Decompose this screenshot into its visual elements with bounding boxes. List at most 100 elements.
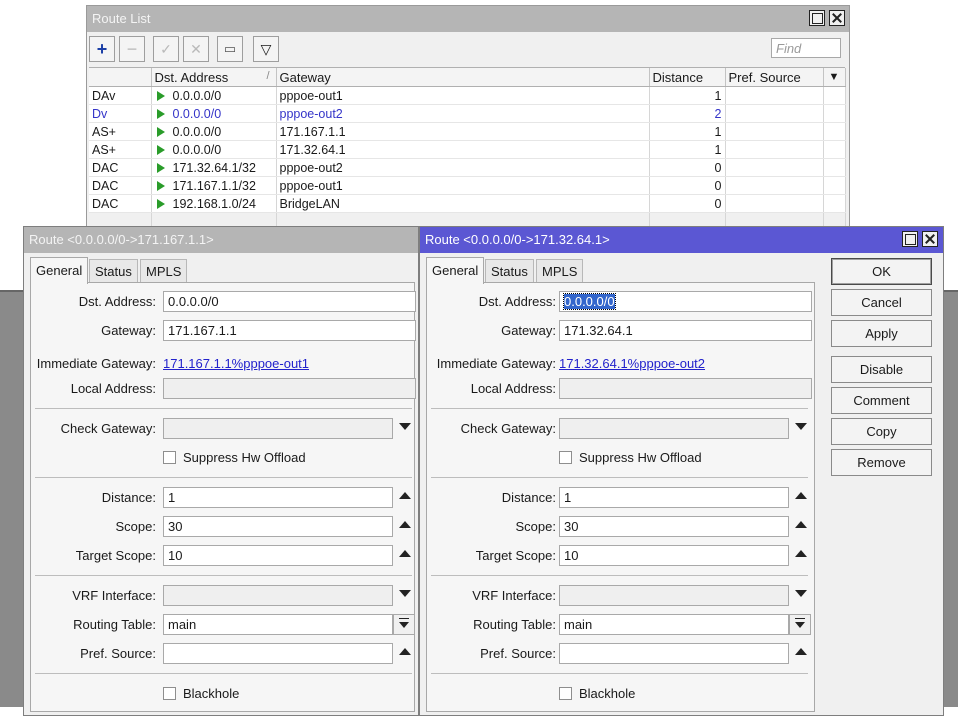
pref-source-field[interactable] [163,643,393,664]
disable-button[interactable]: Disable [831,356,932,383]
sort-indicator-icon: / [266,70,270,82]
close-icon[interactable] [922,231,938,247]
distance-field[interactable]: 1 [163,487,393,508]
dst-address-cell: 0.0.0.0/0 [151,140,277,159]
tab-mpls[interactable]: MPLS [536,259,584,283]
close-icon[interactable] [829,10,845,26]
tab-mpls[interactable]: MPLS [140,259,188,283]
divider [431,408,808,409]
pref-source-label: Pref. Source: [80,646,156,661]
table-row[interactable]: DAC 171.167.1.1/32 pppoe-out1 0 [89,176,846,195]
divider [431,575,808,576]
divider [431,673,808,674]
find-input[interactable]: Find [771,38,841,58]
dst-address-cell-text: 0.0.0.0/0 [172,106,222,121]
filter-icon[interactable]: ▽ [253,36,279,62]
collapse-arrow-icon[interactable] [795,550,807,557]
route-dialog-right-titlebar[interactable]: Route <0.0.0.0/0->171.32.64.1> [420,227,943,253]
routing-table-field[interactable]: main [559,614,789,635]
column-header-gateway[interactable]: Gateway [276,68,650,87]
tab-general[interactable]: General [426,257,485,284]
vrf-interface-field[interactable] [163,585,393,606]
vrf-interface-label: VRF Interface: [72,588,156,603]
collapse-arrow-icon[interactable] [399,492,411,499]
dropdown-button-icon[interactable] [789,614,811,635]
column-header-flags[interactable] [89,68,152,87]
flags-cell-text: DAC [92,178,119,193]
routing-table-field[interactable]: main [163,614,393,635]
add-icon[interactable]: + [89,36,115,62]
table-row[interactable]: DAC 192.168.1.0/24 BridgeLAN 0 [89,194,846,213]
check-gateway-field[interactable] [559,418,789,439]
collapse-arrow-icon[interactable] [399,648,411,655]
route-dialog-left-titlebar[interactable]: Route <0.0.0.0/0->171.167.1.1> [24,227,418,253]
comment-icon[interactable]: ▭ [217,36,243,62]
apply-button[interactable]: Apply [831,320,932,347]
check-gateway-label: Check Gateway: [460,421,556,436]
target-scope-field[interactable]: 10 [163,545,393,566]
table-row[interactable]: AS+ 0.0.0.0/0 171.32.64.1 1 [89,140,846,159]
maximize-icon[interactable] [902,231,918,247]
comment-button[interactable]: Comment [831,387,932,414]
collapse-arrow-icon[interactable] [795,492,807,499]
table-row[interactable]: AS+ 0.0.0.0/0 171.167.1.1 1 [89,122,846,141]
column-header-dst-address[interactable]: Dst. Address / [151,68,277,87]
immediate-gateway-link[interactable]: 171.32.64.1%pppoe-out2 [559,356,705,371]
ok-button[interactable]: OK [831,258,932,285]
pref-source-field[interactable] [559,643,789,664]
local-address-field [163,378,416,399]
enable-icon[interactable]: ✓ [153,36,179,62]
routing-table-label: Routing Table: [473,617,556,632]
collapse-arrow-icon[interactable] [795,521,807,528]
remove-button[interactable]: Remove [831,449,932,476]
cancel-button[interactable]: Cancel [831,289,932,316]
dst-address-cell: 0.0.0.0/0 [151,104,277,123]
tab-status[interactable]: Status [485,259,534,283]
immediate-gateway-link[interactable]: 171.167.1.1%pppoe-out1 [163,356,309,371]
gateway-cell: pppoe-out1 [276,176,650,195]
scope-field[interactable]: 30 [559,516,789,537]
tab-status[interactable]: Status [89,259,138,283]
dst-address-field[interactable]: 0.0.0.0/0 [163,291,416,312]
scope-field[interactable]: 30 [163,516,393,537]
distance-cell-text: 1 [714,88,722,103]
column-header-pref-source[interactable]: Pref. Source [725,68,824,87]
blackhole-checkbox[interactable] [163,687,176,700]
check-gateway-field[interactable] [163,418,393,439]
vrf-interface-field[interactable] [559,585,789,606]
dropdown-arrow-icon[interactable] [795,423,807,430]
table-row[interactable]: DAv 0.0.0.0/0 pppoe-out1 1 [89,86,846,105]
suppress-hw-offload-checkbox[interactable] [163,451,176,464]
dst-address-field[interactable]: 0.0.0.0/0 [559,291,812,312]
pref-source-cell [725,86,824,105]
remove-icon[interactable]: − [119,36,145,62]
copy-button[interactable]: Copy [831,418,932,445]
dropdown-arrow-icon[interactable] [399,423,411,430]
column-menu-icon[interactable]: ▼ [823,68,846,87]
tab-general[interactable]: General [30,257,89,284]
dropdown-arrow-icon[interactable] [795,590,807,597]
table-row[interactable]: DAC 171.32.64.1/32 pppoe-out2 0 [89,158,846,177]
collapse-arrow-icon[interactable] [399,521,411,528]
maximize-icon[interactable] [809,10,825,26]
collapse-arrow-icon[interactable] [399,550,411,557]
dst-address-cell-text: 171.32.64.1/32 [172,160,256,175]
gateway-label: Gateway: [501,323,556,338]
distance-cell: 1 [649,122,726,141]
gateway-cell-text: 171.32.64.1 [279,142,346,157]
column-header-distance[interactable]: Distance [649,68,726,87]
flags-cell: DAv [89,86,152,105]
distance-field[interactable]: 1 [559,487,789,508]
gateway-field[interactable]: 171.167.1.1 [163,320,416,341]
blackhole-checkbox[interactable] [559,687,572,700]
dropdown-arrow-icon[interactable] [399,590,411,597]
gateway-field[interactable]: 171.32.64.1 [559,320,812,341]
dropdown-button-icon[interactable] [393,614,415,635]
target-scope-field[interactable]: 10 [559,545,789,566]
collapse-arrow-icon[interactable] [795,648,807,655]
table-row[interactable]: Dv 0.0.0.0/0 pppoe-out2 2 [89,104,846,123]
suppress-hw-offload-checkbox[interactable] [559,451,572,464]
disable-icon[interactable]: ✕ [183,36,209,62]
route-list-titlebar[interactable]: Route List [87,6,849,32]
general-panel: Dst. Address: 0.0.0.0/0 Gateway: 171.167.1… [30,282,416,712]
